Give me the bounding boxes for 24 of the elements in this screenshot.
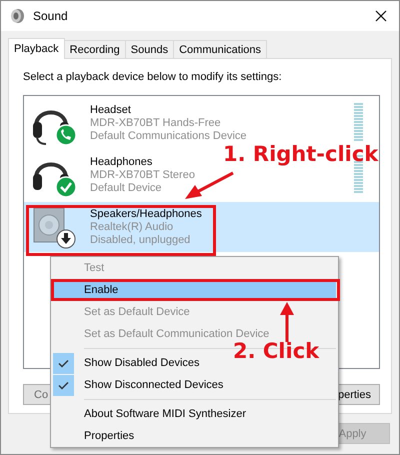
menu-item[interactable]: About Software MIDI Synthesizer <box>84 408 246 420</box>
close-icon[interactable] <box>375 10 387 22</box>
annotation-arrow <box>280 302 294 342</box>
tab[interactable]: Recording <box>64 40 126 58</box>
instruction-text: Select a playback device below to modify its settings: <box>23 71 283 85</box>
device-model: Realtek(R) Audio <box>90 220 174 234</box>
device-status: Default Communications Device <box>90 130 247 142</box>
tab[interactable]: Communications <box>173 40 268 58</box>
device-row[interactable]: Speakers/Headphones Realtek(R) Audio Disabled, unplugged <box>24 202 379 252</box>
window-title: Sound <box>33 9 69 23</box>
device-name: Headphones <box>90 156 152 168</box>
device-status: Disabled, unplugged <box>90 234 190 246</box>
device-model: MDR-XB70BT Hands-Free <box>90 116 221 130</box>
speaker-icon <box>9 8 25 24</box>
device-model: MDR-XB70BT Stereo <box>90 168 195 182</box>
menu-item[interactable]: Show Disabled Devices <box>84 357 200 369</box>
annotation-label: 1. Right-click <box>223 142 378 166</box>
annotation-label: 2. Click <box>233 339 320 363</box>
tab[interactable]: Playback <box>8 38 65 59</box>
device-name: Speakers/Headphones <box>90 208 202 220</box>
menu-item[interactable]: Properties <box>84 430 134 442</box>
menu-item[interactable]: Show Disconnected Devices <box>84 379 224 391</box>
device-status: Default Device <box>90 182 162 194</box>
device-name: Headset <box>90 104 131 116</box>
